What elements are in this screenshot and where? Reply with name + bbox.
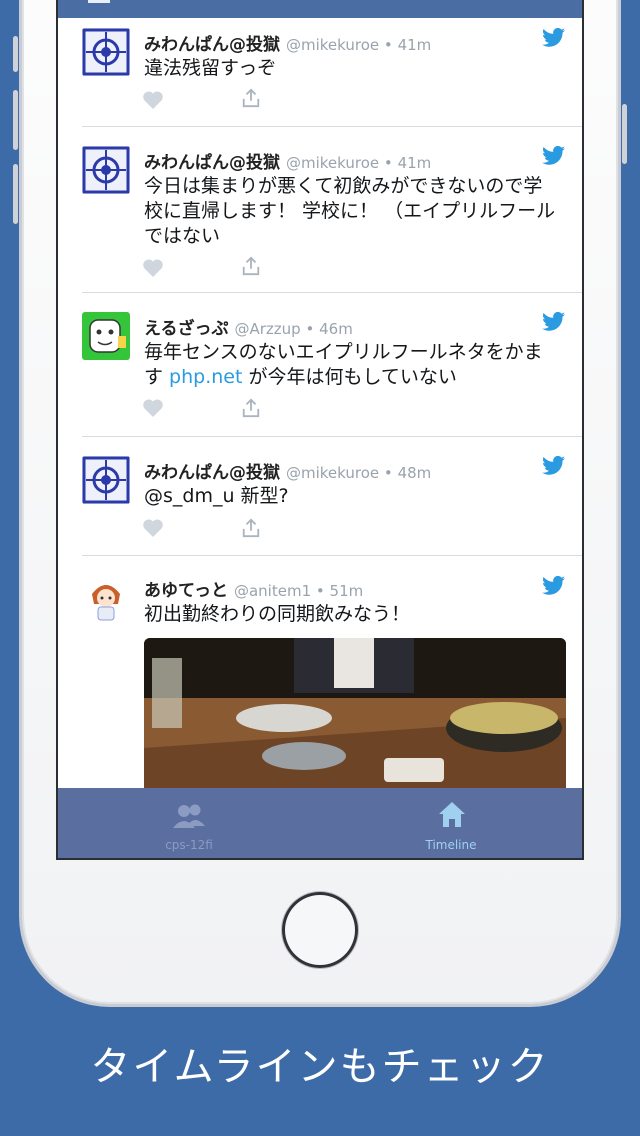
user-avatar[interactable] <box>82 28 130 76</box>
tweet-text: 今日は集まりが悪くて初飲みができないので学 校に直帰します！ 学校に！ （エイプ… <box>144 174 564 249</box>
meta-separator: • <box>383 464 393 482</box>
user-handle: @Arzzup <box>234 320 301 338</box>
like-heart-icon[interactable] <box>142 90 164 110</box>
tweet-text-line: 校に直帰します！ 学校に！ （エイプリルフール <box>144 200 556 222</box>
tweet-text: 初出勤終わりの同期飲みなう！ <box>144 603 411 625</box>
tab-label: Timeline <box>425 838 477 852</box>
meta-separator: • <box>315 582 325 600</box>
user-name[interactable]: みわんぱん@投獄 <box>144 153 280 173</box>
like-heart-icon[interactable] <box>142 398 164 418</box>
volume-down-button <box>13 164 18 224</box>
twitter-bird-icon <box>542 456 565 475</box>
twitter-bird-icon <box>542 576 565 595</box>
home-button[interactable] <box>282 892 358 968</box>
twitter-bird-icon <box>542 146 565 165</box>
tweet-time: 41m <box>397 154 432 172</box>
home-icon <box>439 802 465 827</box>
tweet-text: 毎年センスのないエイプリルフールネタをかま す php.net が今年は何もして… <box>144 340 564 390</box>
share-icon[interactable] <box>240 398 262 418</box>
user-handle: @anitem1 <box>233 582 312 600</box>
user-handle: @mikekuroe <box>286 154 380 172</box>
user-avatar[interactable] <box>82 146 130 194</box>
mute-switch <box>13 36 18 72</box>
user-handle: @mikekuroe <box>286 464 380 482</box>
share-icon[interactable] <box>240 88 262 108</box>
meta-separator: • <box>305 320 315 338</box>
user-name[interactable]: あゆてっと <box>144 581 228 601</box>
twitter-bird-icon <box>542 312 565 331</box>
user-name[interactable]: えるざっぷ <box>144 319 229 339</box>
meta-separator: • <box>383 154 393 172</box>
tweet-divider <box>82 292 582 293</box>
promo-caption: タイムラインもチェック <box>90 1044 550 1090</box>
tweet-text: 違法残留すっぞ <box>144 57 277 79</box>
tweet-divider <box>82 436 582 437</box>
tweet-time: 46m <box>319 320 353 338</box>
menu-icon[interactable] <box>88 0 110 3</box>
meta-separator: • <box>383 36 393 54</box>
tweet-divider <box>82 126 582 127</box>
user-avatar[interactable] <box>82 312 130 360</box>
like-heart-icon[interactable] <box>142 258 164 278</box>
tweet-text-line: 毎年センスのないエイプリルフールネタをかま <box>144 341 543 363</box>
tweet-link[interactable]: php.net <box>169 366 242 388</box>
tweet-photo[interactable] <box>144 638 566 798</box>
tweet-divider <box>82 555 582 556</box>
users-icon <box>173 804 205 828</box>
user-name[interactable]: みわんぱん@投獄 <box>144 463 280 483</box>
tab-timeline[interactable]: Timeline <box>320 788 582 858</box>
user-name[interactable]: みわんぱん@投獄 <box>144 35 280 55</box>
tweet-time: 41m <box>397 36 432 54</box>
power-button <box>622 104 627 164</box>
app-screen: みわんぱん@投獄 @mikekuroe • 41m 違法残留すっぞ みわんぱん@投… <box>56 0 584 860</box>
navigation-bar <box>58 0 582 18</box>
user-avatar[interactable] <box>82 456 130 504</box>
share-icon[interactable] <box>240 256 262 276</box>
share-icon[interactable] <box>240 518 262 538</box>
like-heart-icon[interactable] <box>142 518 164 538</box>
tweet-time: 48m <box>397 464 432 482</box>
tweet-text-segment: が今年は何もしていない <box>242 366 457 388</box>
twitter-bird-icon <box>542 28 565 47</box>
tweet-text-line: 今日は集まりが悪くて初飲みができないので学 <box>144 175 543 197</box>
tweet-time: 51m <box>329 582 364 600</box>
tab-cps-12fi[interactable]: cps-12fi <box>58 788 320 858</box>
tweet-text-segment: す <box>144 366 170 388</box>
tweet-text: @s_dm_u 新型? <box>144 485 289 507</box>
user-avatar[interactable] <box>82 574 130 622</box>
volume-up-button <box>13 90 18 150</box>
user-handle: @mikekuroe <box>286 36 380 54</box>
tweet-text-line: ではない <box>144 225 221 247</box>
tab-label: cps-12fi <box>165 838 213 852</box>
tab-bar: cps-12fi Timeline <box>58 788 582 858</box>
